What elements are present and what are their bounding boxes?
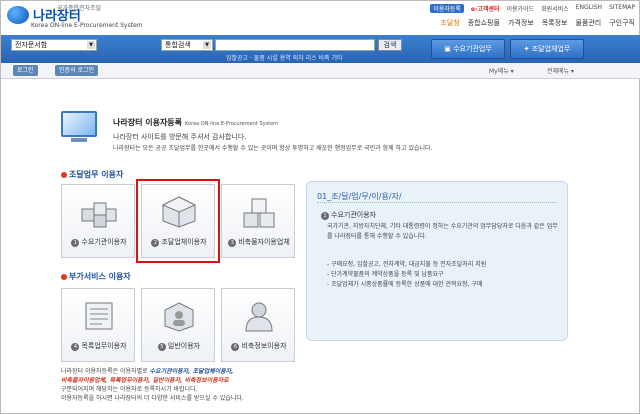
handshake-icon: ✦ (523, 45, 532, 53)
card-catalog-user[interactable]: 4 목록업무이용자 (61, 288, 135, 362)
util-link-guide[interactable]: 이용가이드 (506, 4, 534, 13)
card-stockpile-info-user-text: 비축정보이용자 (241, 342, 287, 350)
header: 나라장터 국가종합전자조달 Korea ON-line E-Procuremen… (1, 1, 640, 35)
monitor-icon: ▣ (444, 45, 454, 53)
card-stockpile-company-text: 비축물자이용업체 (238, 238, 290, 246)
card-number: 4 (71, 343, 80, 351)
cert-login-button[interactable]: 인증서 로그인 (55, 65, 99, 76)
search-input[interactable] (215, 39, 375, 51)
search-type-select[interactable]: 통합검색 ▼ (161, 39, 213, 51)
card-buyer[interactable]: 1 수요기관이용자 (61, 184, 135, 258)
supplier-work-button[interactable]: ✦ 조달업체업무 (510, 39, 584, 59)
my-menu[interactable]: My메뉴 ▾ (489, 66, 514, 75)
notes-line-1-text: 나라장터 이용자등록은 이용자별로 (61, 368, 150, 375)
supplier-work-label: 조달업체업무 (531, 45, 571, 53)
panel-sub-number: 1 (321, 212, 329, 220)
global-nav: 조달청 종합쇼핑몰 가격정보 목록정보 물품관리 구인구직 (432, 18, 635, 28)
monitor-icon (61, 111, 101, 147)
all-menu[interactable]: 전체메뉴 ▾ (547, 66, 574, 75)
section-title-extra-text: 부가서비스 이용자 (69, 272, 131, 281)
list-item: - 구매요청, 입찰공고, 전자계약, 대금지불 등 전자조달처리 지원 (327, 261, 487, 268)
logo-subtitle: 국가종합전자조달 (57, 5, 102, 12)
intro-line-2: 나라장터는 모든 공공 조달업무를 한곳에서 수행할 수 있는 곳이며 항상 투… (113, 145, 433, 152)
description-panel: 01_조/달/업/무/이/용/자/ 1 수요기관이용자 국가기관, 지방자치단체,… (306, 181, 568, 341)
sub-bar: 로그인 인증서 로그인 My메뉴 ▾ 전체메뉴 ▾ (1, 63, 640, 79)
gnb-item-pps[interactable]: 조달청 (440, 18, 459, 28)
user-silhouette-icon (245, 302, 273, 332)
card-catalog-user-label: 4 목록업무이용자 (64, 341, 134, 351)
page-title: 나라장터 이용자등록 Korea ON-line E-Procurement Sy… (113, 117, 278, 128)
page-title-en: Korea ON-line E-Procurement System (185, 121, 279, 127)
card-general-user-text: 일반이용자 (167, 342, 201, 350)
login-button[interactable]: 로그인 (13, 65, 38, 76)
bullet-icon (61, 273, 67, 280)
util-link-sitemap[interactable]: SITEMAP (609, 4, 635, 13)
search-button[interactable]: 검색 (378, 39, 402, 51)
panel-subtitle: 1 수요기관이용자 (321, 210, 376, 220)
gnb-item-shopping[interactable]: 종합쇼핑몰 (468, 18, 500, 28)
panel-task-list: - 구매요청, 입찰공고, 전자계약, 대금지불 등 전자조달처리 지원 - 단… (327, 260, 559, 290)
logo-subtitle-en: Korea ON-line E-Procurement System (31, 22, 143, 29)
card-stockpile-company-label: 3 비축물자이용업체 (224, 237, 294, 247)
list-item: - 단가계약물품의 계약상품을 등록 및 납품요구 (327, 271, 444, 278)
section-title-extra: 부가서비스 이용자 (61, 271, 131, 282)
card-number: 5 (157, 343, 166, 351)
stacked-boxes-icon (243, 198, 275, 228)
gnb-item-catalog[interactable]: 목록정보 (542, 18, 568, 28)
logo-emblem-icon (7, 5, 29, 24)
catalog-icon (85, 302, 113, 330)
card-stockpile-info-user[interactable]: 6 비축정보이용자 (221, 288, 295, 362)
selection-highlight (136, 179, 220, 263)
gnb-item-goods[interactable]: 물품관리 (575, 18, 601, 28)
notes-line-1-highlight: 수요기관이용자, 조달업체이용자, (149, 368, 234, 375)
panel-description: 국가기관, 지방자치단체, 기타 대통령령이 정하는 수요기관의 업무담당자로 … (327, 223, 558, 240)
util-link-help-center[interactable]: e-고객센터 (471, 4, 500, 13)
site-logo[interactable]: 나라장터 국가종합전자조달 Korea ON-line E-Procuremen… (7, 5, 143, 29)
buyer-work-label: 수요기관업무 (453, 45, 492, 53)
card-general-user-label: 5 일반이용자 (144, 341, 214, 351)
card-catalog-user-text: 목록업무이용자 (81, 342, 127, 350)
card-buyer-label: 1 수요기관이용자 (64, 237, 134, 247)
search-bar: 전자문서함 ▼ 통합검색 ▼ 검색 입찰공고 · 물품 시설 용역 외자 리스 … (1, 35, 640, 63)
category-select-value: 전자문서함 (15, 41, 48, 49)
panel-divider (317, 202, 557, 203)
notes-line-3: 구분되어지며 해당하는 이용자로 등록하시기 바랍니다. (61, 386, 198, 393)
card-number: 3 (228, 239, 237, 247)
intro-line-1: 나라장터 사이트를 방문해 주셔서 감사합니다. (113, 133, 247, 141)
search-type-value: 통합검색 (165, 41, 191, 49)
chevron-down-icon: ▼ (203, 41, 211, 49)
card-number: 6 (231, 343, 240, 351)
list-item: - 조달업체가 시중상품률에 등록한 상품에 대한 견적요청, 구매 (327, 281, 483, 288)
gnb-item-jobs[interactable]: 구인구직 (609, 18, 635, 28)
buyer-work-button[interactable]: ▣ 수요기관업무 (431, 39, 505, 59)
panel-heading: 01_조/달/업/무/이/용/자/ (317, 192, 402, 201)
card-general-user[interactable]: 5 일반이용자 (141, 288, 215, 362)
util-link-member[interactable]: 회원서비스 (541, 4, 569, 13)
bullet-icon (61, 171, 67, 178)
quick-links[interactable]: 입찰공고 · 물품 시설 용역 외자 리스 비축 기타 (226, 53, 343, 62)
section-title-procurement: 조달업무 이용자 (61, 169, 123, 180)
page-title-text: 나라장터 이용자등록 (113, 118, 183, 127)
gnb-item-price[interactable]: 가격정보 (508, 18, 534, 28)
section-title-procurement-text: 조달업무 이용자 (69, 170, 124, 179)
chevron-down-icon: ▼ (87, 41, 95, 49)
registration-notes: 나라장터 이용자등록은 이용자별로 수요기관이용자, 조달업체이용자, 비축물자… (61, 367, 301, 403)
panel-subtitle-text: 수요기관이용자 (331, 211, 377, 219)
notes-line-4: 이용자등록을 하시면 나라장터의 더 다양한 서비스를 받으실 수 있습니다. (61, 395, 244, 402)
util-link-english[interactable]: ENGLISH (576, 4, 602, 13)
puzzle-blocks-icon (81, 202, 117, 228)
user-cube-icon (164, 302, 194, 332)
util-link-register[interactable]: 이용자등록 (430, 4, 464, 13)
notes-line-2: 비축물자이용업체, 목록업무이용자, 일반이용자, 비축정보이용자로 (61, 377, 229, 384)
notes-line-1: 나라장터 이용자등록은 이용자별로 수요기관이용자, 조달업체이용자, (61, 367, 301, 376)
card-stockpile-company[interactable]: 3 비축물자이용업체 (221, 184, 295, 258)
category-select[interactable]: 전자문서함 ▼ (11, 39, 97, 51)
card-number: 1 (71, 239, 80, 247)
utility-links: 이용자등록 e-고객센터 이용가이드 회원서비스 ENGLISH SITEMAP (423, 4, 635, 13)
card-stockpile-info-user-label: 6 비축정보이용자 (224, 341, 294, 351)
card-buyer-text: 수요기관이용자 (81, 238, 127, 246)
